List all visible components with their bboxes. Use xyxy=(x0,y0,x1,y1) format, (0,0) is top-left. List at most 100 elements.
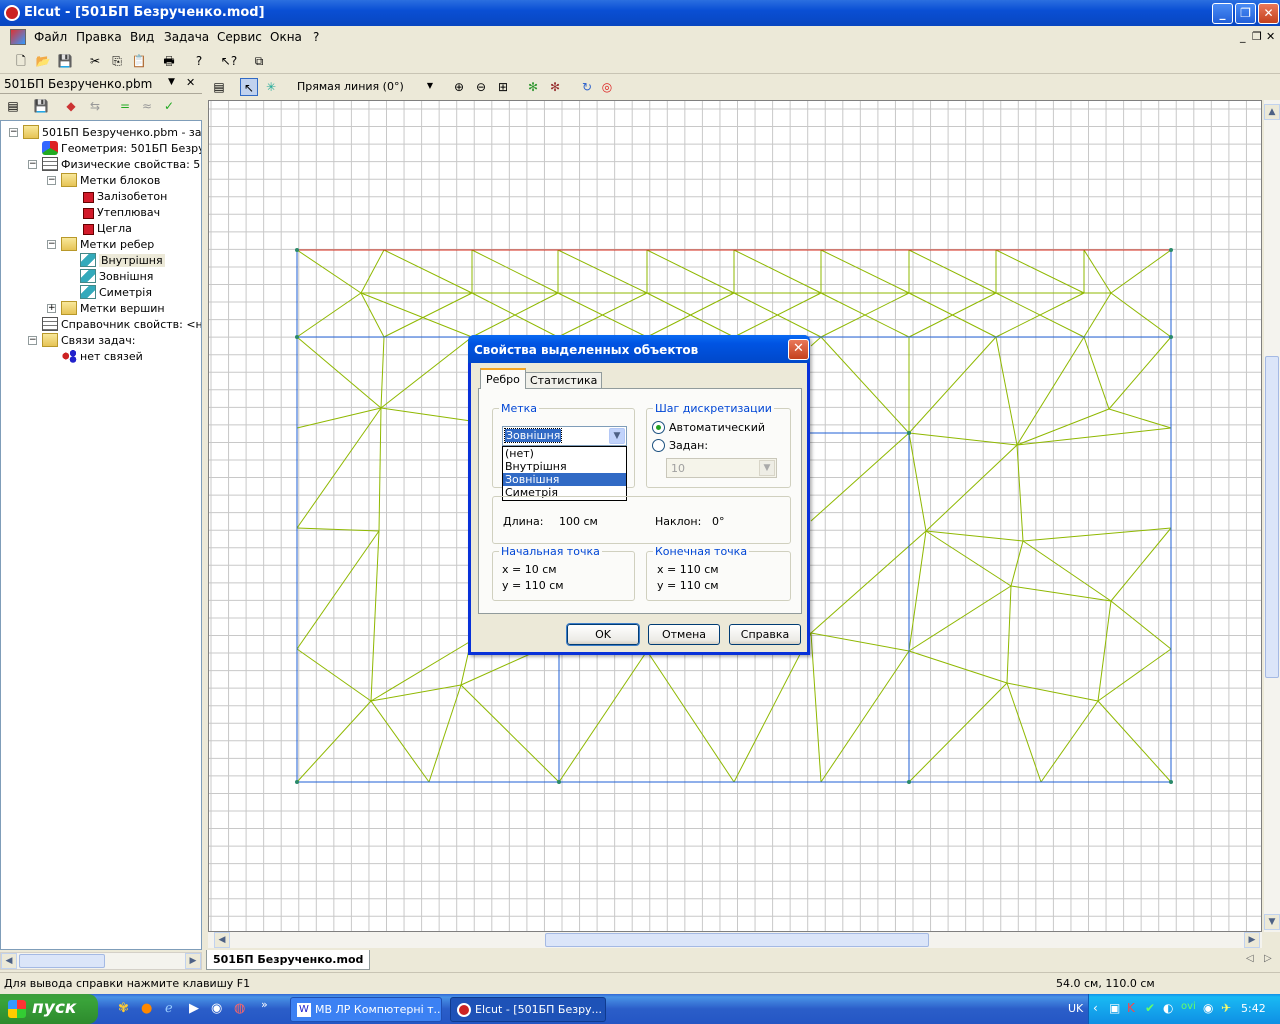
geometry-vertex[interactable] xyxy=(295,248,299,252)
menu-service[interactable]: Сервис xyxy=(217,30,262,44)
tree-hscrollbar[interactable]: ◀ ▶ xyxy=(0,952,202,970)
panel-close-icon[interactable]: ✕ xyxy=(186,76,195,89)
tree-item[interactable]: нет связей xyxy=(61,349,143,365)
label-combobox[interactable]: Зовнішня ▼ xyxy=(502,426,627,446)
mesh-edge[interactable] xyxy=(370,530,380,702)
task-word[interactable]: W МВ ЛР Компютерні т... xyxy=(290,997,442,1022)
quicklaunch-more-icon[interactable]: » xyxy=(261,998,268,1011)
tray-plane-icon[interactable]: ✈ xyxy=(1221,1001,1231,1015)
geometry-vertex[interactable] xyxy=(295,335,299,339)
task-elcut[interactable]: Elcut - [501БП Безру... xyxy=(450,997,606,1022)
stop-icon[interactable]: ◎ xyxy=(598,78,616,96)
zoom-in-icon[interactable]: ⊕ xyxy=(450,78,468,96)
radio-set-label[interactable]: Задан: xyxy=(669,439,708,452)
tray-ovi-icon[interactable]: ovi xyxy=(1181,1001,1196,1012)
tray-disk-icon[interactable]: ◐ xyxy=(1163,1001,1173,1015)
open-icon[interactable]: 📂 xyxy=(34,52,52,70)
line-mode-select[interactable]: Прямая линия (0°) ▼ xyxy=(292,77,438,97)
hscroll-thumb[interactable] xyxy=(545,933,929,947)
canvas-hscrollbar[interactable]: ◀ ▶ xyxy=(208,932,1262,948)
tree-expand-icon[interactable]: + xyxy=(47,304,56,313)
mesh-edge[interactable] xyxy=(908,432,927,532)
tray-shield-icon[interactable]: ✔ xyxy=(1145,1001,1155,1015)
mesh-edge[interactable] xyxy=(646,249,735,294)
paste-icon[interactable]: 📋 xyxy=(130,52,148,70)
menu-view[interactable]: Вид xyxy=(130,30,154,44)
mesh-edge[interactable] xyxy=(1097,600,1112,702)
scroll-down-icon[interactable]: ▼ xyxy=(1264,914,1280,930)
mesh-edge[interactable] xyxy=(925,530,1024,542)
mesh-edge[interactable] xyxy=(908,650,1008,684)
elcut-app-icon[interactable] xyxy=(4,5,20,21)
help-icon[interactable]: ? xyxy=(190,52,208,70)
mesh-edge[interactable] xyxy=(1097,700,1172,783)
save-icon[interactable]: 💾 xyxy=(56,52,74,70)
label-option[interactable]: Внутрішня xyxy=(503,460,626,473)
mesh-edge[interactable] xyxy=(908,530,927,652)
mesh-edge[interactable] xyxy=(360,292,473,338)
mesh-edge[interactable] xyxy=(360,292,385,338)
quicklaunch-media-icon[interactable]: ▶ xyxy=(189,1001,199,1016)
tree-item[interactable]: Симетрія xyxy=(80,285,152,301)
mdi-minimize-icon[interactable]: _ xyxy=(1240,30,1246,43)
tree-item[interactable]: Утеплювач xyxy=(80,205,160,221)
menu-file[interactable]: Файл xyxy=(34,30,67,44)
mesh-edge[interactable] xyxy=(383,249,473,294)
document-menu-icon[interactable] xyxy=(10,29,26,45)
mesh-edge[interactable] xyxy=(925,444,1018,532)
quicklaunch-opera-icon[interactable]: ◍ xyxy=(234,1001,245,1016)
mesh-edge[interactable] xyxy=(1016,336,1085,446)
insert-vertex-icon[interactable]: ✳ xyxy=(262,78,280,96)
mesh-edge[interactable] xyxy=(360,249,385,294)
select-pointer-icon[interactable]: ↖ xyxy=(240,78,258,96)
geometry-vertex[interactable] xyxy=(907,431,911,435)
mesh-edge[interactable] xyxy=(995,336,1018,446)
mesh-edge[interactable] xyxy=(1083,336,1110,410)
tree-item[interactable]: Внутрішня xyxy=(80,253,165,269)
tree-scroll-left-icon[interactable]: ◀ xyxy=(1,953,17,969)
mesh-edge[interactable] xyxy=(1010,585,1112,602)
canvas-vscrollbar[interactable]: ▲ ▼ xyxy=(1264,100,1280,932)
tree-item[interactable]: Метки вершин xyxy=(61,301,165,317)
radio-auto-label[interactable]: Автоматический xyxy=(669,421,765,434)
mesh-edge[interactable] xyxy=(296,530,380,650)
scroll-right-icon[interactable]: ▶ xyxy=(1244,932,1260,948)
tree-item[interactable]: Метки ребер xyxy=(61,237,154,253)
scroll-left-icon[interactable]: ◀ xyxy=(214,932,230,948)
tray-antivirus-icon[interactable]: K xyxy=(1127,1001,1135,1015)
zoom-out-icon[interactable]: ⊖ xyxy=(472,78,490,96)
mesh-edge[interactable] xyxy=(383,292,473,338)
panel-dropdown-icon[interactable]: ▼ xyxy=(168,77,175,87)
help-button[interactable]: Справка xyxy=(729,624,801,645)
close-button[interactable]: ✕ xyxy=(1258,3,1279,24)
document-tab[interactable]: 501БП Безрученко.mod xyxy=(206,950,371,970)
tree-collapse-icon[interactable]: − xyxy=(28,336,37,345)
quicklaunch-chat-icon[interactable]: ◉ xyxy=(211,1001,222,1016)
panel-add-icon[interactable]: = xyxy=(116,97,134,115)
tree-item[interactable]: Метки блоков xyxy=(61,173,160,189)
tray-network-icon[interactable]: ▣ xyxy=(1109,1001,1120,1015)
panel-solve-icon[interactable]: ✓ xyxy=(160,97,178,115)
menu-task[interactable]: Задача xyxy=(164,30,209,44)
mesh-edge[interactable] xyxy=(908,682,1008,783)
tree-scroll-thumb[interactable] xyxy=(19,954,105,968)
radio-auto[interactable] xyxy=(652,421,665,434)
mesh-edge[interactable] xyxy=(471,249,559,294)
new-icon[interactable]: 🗋 xyxy=(12,52,30,70)
cancel-button[interactable]: Отмена xyxy=(648,624,720,645)
tree-collapse-icon[interactable]: − xyxy=(47,176,56,185)
tray-volume-icon[interactable]: ◉ xyxy=(1203,1001,1213,1015)
tray-expand-icon[interactable]: ‹ xyxy=(1093,1001,1098,1015)
mesh-edge[interactable] xyxy=(296,407,382,529)
quicklaunch-butterfly-icon[interactable]: ✾ xyxy=(118,1001,129,1016)
geometry-vertex[interactable] xyxy=(1169,780,1173,784)
scroll-up-icon[interactable]: ▲ xyxy=(1264,104,1280,120)
tree-item[interactable]: Зовнішня xyxy=(80,269,153,285)
mesh-edge[interactable] xyxy=(925,530,1012,587)
panel-open-icon[interactable]: ▤ xyxy=(4,97,22,115)
language-indicator[interactable]: UK xyxy=(1068,1002,1083,1015)
tree-scroll-right-icon[interactable]: ▶ xyxy=(185,953,201,969)
mesh-edge[interactable] xyxy=(810,336,822,347)
copy-icon[interactable]: ⎘ xyxy=(108,52,126,70)
label-option-selected[interactable]: Зовнішня xyxy=(503,473,626,486)
